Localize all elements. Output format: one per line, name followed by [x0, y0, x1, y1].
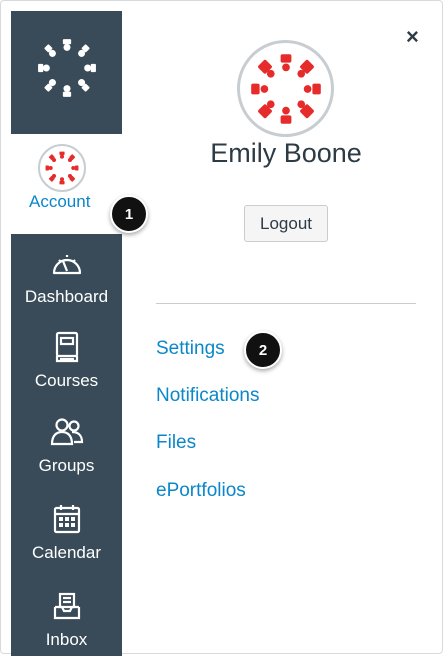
files-link[interactable]: Files	[156, 432, 196, 454]
logout-button[interactable]: Logout	[244, 205, 328, 242]
dashboard-icon	[11, 246, 122, 280]
nav-inbox-label: Inbox	[45, 630, 88, 649]
canvas-logo-icon	[37, 38, 96, 97]
nav-item-groups[interactable]: Groups	[11, 409, 122, 493]
canvas-avatar-icon	[45, 151, 79, 185]
canvas-logo[interactable]	[11, 11, 122, 124]
eportfolios-link[interactable]: ePortfolios	[156, 480, 246, 502]
nav-item-calendar[interactable]: Calendar	[11, 496, 122, 580]
callout-1: 1	[110, 195, 148, 233]
nav-dashboard-label: Dashboard	[24, 287, 109, 306]
close-icon[interactable]: ×	[406, 24, 419, 50]
profile-avatar	[237, 40, 334, 137]
book-icon	[11, 330, 122, 364]
groups-icon	[11, 415, 122, 449]
nav-item-inbox[interactable]: Inbox	[11, 583, 122, 667]
nav-item-courses[interactable]: Courses	[11, 324, 122, 408]
callout-2: 2	[244, 331, 282, 369]
global-navigation: Account Dashboard Courses Groups Calenda…	[11, 11, 122, 656]
nav-item-dashboard[interactable]: Dashboard	[11, 240, 122, 324]
tray-divider	[156, 303, 416, 304]
nav-courses-label: Courses	[34, 371, 99, 390]
calendar-icon	[11, 502, 122, 536]
nav-account-label: Account	[29, 192, 91, 211]
nav-calendar-label: Calendar	[32, 543, 101, 562]
profile-user-name: Emily Boone	[210, 138, 362, 168]
inbox-icon	[11, 589, 122, 623]
notifications-link[interactable]: Notifications	[156, 385, 260, 407]
nav-item-account[interactable]: Account	[11, 134, 122, 234]
nav-groups-label: Groups	[38, 456, 95, 475]
account-avatar	[38, 144, 86, 192]
canvas-avatar-icon	[250, 53, 321, 124]
settings-link[interactable]: Settings	[156, 338, 225, 360]
